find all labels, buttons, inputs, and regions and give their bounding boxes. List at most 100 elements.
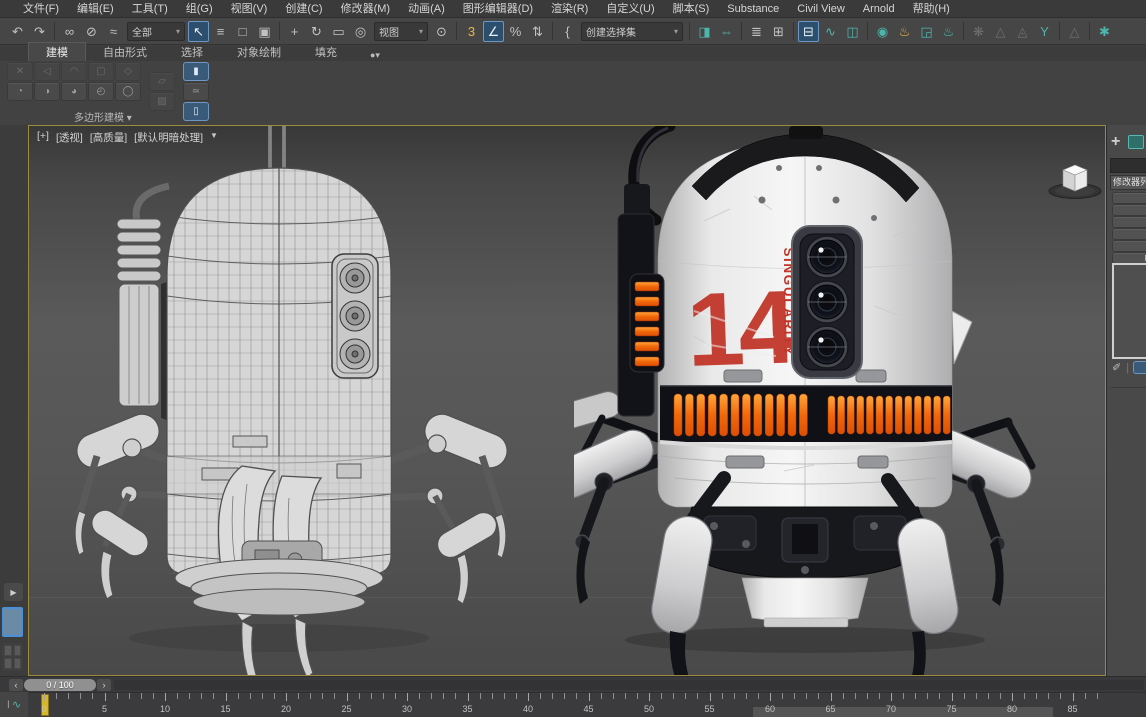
viewport-pov-label[interactable]: [透视]	[56, 130, 83, 145]
edit-poly-mode-icon[interactable]: ≃	[184, 83, 208, 100]
tab-freeform[interactable]: 自由形式	[86, 43, 164, 61]
tab-selection[interactable]: 选择	[164, 43, 220, 61]
mini-curve-editor-button[interactable]: I∿	[0, 692, 29, 717]
ribbon-toggle-icon[interactable]: ⊟	[798, 21, 819, 42]
render-setup-icon[interactable]: ♨	[894, 21, 915, 42]
menu-customize[interactable]: 自定义(U)	[597, 0, 663, 18]
modifier-button-3[interactable]: 涡轮	[1113, 217, 1146, 227]
angle-snap-icon[interactable]: ∠	[483, 21, 504, 42]
next-frame-button[interactable]: ›	[97, 679, 111, 691]
modifier-button-5[interactable]: 推	[1113, 241, 1146, 251]
toolbar-extra-3-icon[interactable]: ◬	[1012, 21, 1033, 42]
toolbar-extra-4-icon[interactable]: △	[1064, 21, 1085, 42]
ribbon-minimize-button[interactable]: ●▾	[364, 50, 386, 61]
menu-scripting[interactable]: 脚本(S)	[664, 0, 719, 18]
modify-mode-1-icon[interactable]: ▱	[150, 73, 174, 90]
bind-to-space-warp-icon[interactable]: ≈	[103, 21, 124, 42]
object-name-field[interactable]	[1110, 158, 1146, 173]
tab-populate[interactable]: 填充	[298, 43, 354, 61]
schematic-view-icon[interactable]: ◫	[842, 21, 863, 42]
layer-explorer-icon[interactable]: ⊞	[768, 21, 789, 42]
poly-tool-3-icon[interactable]: ◕	[62, 83, 86, 100]
menu-arnold[interactable]: Arnold	[854, 0, 904, 18]
layout-quad-tab[interactable]	[2, 643, 23, 671]
toolbar-extra-2-icon[interactable]: △	[990, 21, 1011, 42]
menu-create[interactable]: 创建(C)	[276, 0, 331, 18]
menu-graph-editors[interactable]: 图形编辑器(D)	[454, 0, 542, 18]
menu-civil-view[interactable]: Civil View	[788, 0, 853, 18]
snaps-toggle-3d-icon[interactable]: 3	[461, 21, 482, 42]
modify-panel-tab-icon[interactable]	[1128, 135, 1144, 149]
menu-edit[interactable]: 编辑(E)	[68, 0, 123, 18]
poly-tool-4-icon[interactable]: ◴	[89, 83, 113, 100]
polygon-modeling-label[interactable]: 多边形建模 ▾	[74, 109, 132, 124]
add-toolbar-button[interactable]: +	[1111, 133, 1120, 151]
menu-help[interactable]: 帮助(H)	[904, 0, 959, 18]
populate-icon[interactable]: Y	[1034, 21, 1055, 42]
rectangular-selection-region-icon[interactable]: □	[232, 21, 253, 42]
reference-coordinate-dropdown[interactable]: 视图▾	[374, 22, 428, 41]
subobj-polygon-icon[interactable]: ▢	[89, 63, 113, 80]
viewport-shading-label[interactable]: [默认明暗处理]	[134, 130, 203, 145]
textured-robot-model[interactable]: 14 SINGULARiTY	[574, 126, 1106, 675]
modifier-button-4[interactable]: UVW	[1113, 229, 1146, 239]
selection-filter-dropdown[interactable]: 全部▾	[127, 22, 185, 41]
convert-to-poly-icon[interactable]: ▮	[184, 63, 208, 80]
select-by-name-icon[interactable]: ≡	[210, 21, 231, 42]
window-crossing-icon[interactable]: ▣	[254, 21, 275, 42]
poly-tool-1-icon[interactable]: ◔	[8, 83, 32, 100]
select-and-scale-icon[interactable]: ▭	[328, 21, 349, 42]
percent-snap-icon[interactable]: %	[505, 21, 526, 42]
align-icon[interactable]: ⇔	[716, 21, 737, 42]
previous-frame-button[interactable]: ‹	[9, 679, 23, 691]
modifier-list-dropdown[interactable]: 修改器列表	[1110, 175, 1146, 190]
mirror-icon[interactable]: ◨	[694, 21, 715, 42]
pin-stack-icon[interactable]: ✐	[1112, 361, 1121, 374]
subobj-element-icon[interactable]: ◇	[116, 63, 140, 80]
redo-icon[interactable]: ↷	[29, 21, 50, 42]
edit-named-selection-sets-icon[interactable]: {	[557, 21, 578, 42]
menu-group[interactable]: 组(G)	[177, 0, 222, 18]
viewcube-home-icon[interactable]	[1045, 154, 1105, 202]
menu-animation[interactable]: 动画(A)	[399, 0, 454, 18]
render-production-icon[interactable]: ♨	[938, 21, 959, 42]
named-selection-set-dropdown[interactable]: 创建选择集▾	[581, 22, 683, 41]
menu-substance[interactable]: Substance	[718, 0, 788, 18]
time-slider-track[interactable]	[114, 680, 1144, 690]
modifier-stack-list[interactable]	[1112, 263, 1146, 359]
menu-tools[interactable]: 工具(T)	[123, 0, 177, 18]
rendered-frame-window-icon[interactable]: ◲	[916, 21, 937, 42]
viewport-general-menu[interactable]: [+]	[37, 130, 49, 145]
subobj-vertex-icon[interactable]: ✕	[8, 63, 32, 80]
modifier-button-6[interactable]: Retop	[1113, 253, 1146, 263]
toolbar-extra-1-icon[interactable]: ❋	[968, 21, 989, 42]
menu-views[interactable]: 视图(V)	[222, 0, 277, 18]
subobj-edge-icon[interactable]: ◁	[35, 63, 59, 80]
select-and-rotate-icon[interactable]: ↻	[306, 21, 327, 42]
select-and-move-icon[interactable]: +	[284, 21, 305, 42]
curve-editor-icon[interactable]: ∿	[820, 21, 841, 42]
undo-icon[interactable]: ↶	[7, 21, 28, 42]
spinner-snap-icon[interactable]: ⇅	[527, 21, 548, 42]
modify-mode-2-icon[interactable]: ▨	[150, 93, 174, 110]
subobj-border-icon[interactable]: ◠	[62, 63, 86, 80]
select-and-place-icon[interactable]: ◎	[350, 21, 371, 42]
modifier-button-1[interactable]: 光	[1113, 193, 1146, 203]
viewport-quality-label[interactable]: [高质量]	[90, 130, 127, 145]
track-bar-ruler[interactable]: 0510152025303540455055606570758085	[28, 692, 1146, 717]
layout-flyout-button[interactable]: ▶	[4, 583, 23, 601]
isolate-filter-icon[interactable]: ▼	[210, 130, 218, 145]
menu-file[interactable]: 文件(F)	[14, 0, 68, 18]
use-pivot-point-icon[interactable]: ⊙	[431, 21, 452, 42]
show-end-result-icon[interactable]	[1134, 362, 1146, 373]
menu-modifiers[interactable]: 修改器(M)	[332, 0, 400, 18]
unlink-selection-icon[interactable]: ⊘	[81, 21, 102, 42]
perspective-viewport[interactable]: [+] [透视] [高质量] [默认明暗处理] ▼	[28, 125, 1106, 676]
scene-explorer-icon[interactable]: ≣	[746, 21, 767, 42]
layout-single-tab[interactable]	[2, 607, 23, 637]
select-and-link-icon[interactable]: ∞	[59, 21, 80, 42]
material-editor-icon[interactable]: ◉	[872, 21, 893, 42]
wireframe-robot-model[interactable]	[37, 126, 585, 675]
time-slider[interactable]: 0 / 100	[24, 679, 96, 691]
collapse-stack-icon[interactable]: ▯	[184, 103, 208, 120]
